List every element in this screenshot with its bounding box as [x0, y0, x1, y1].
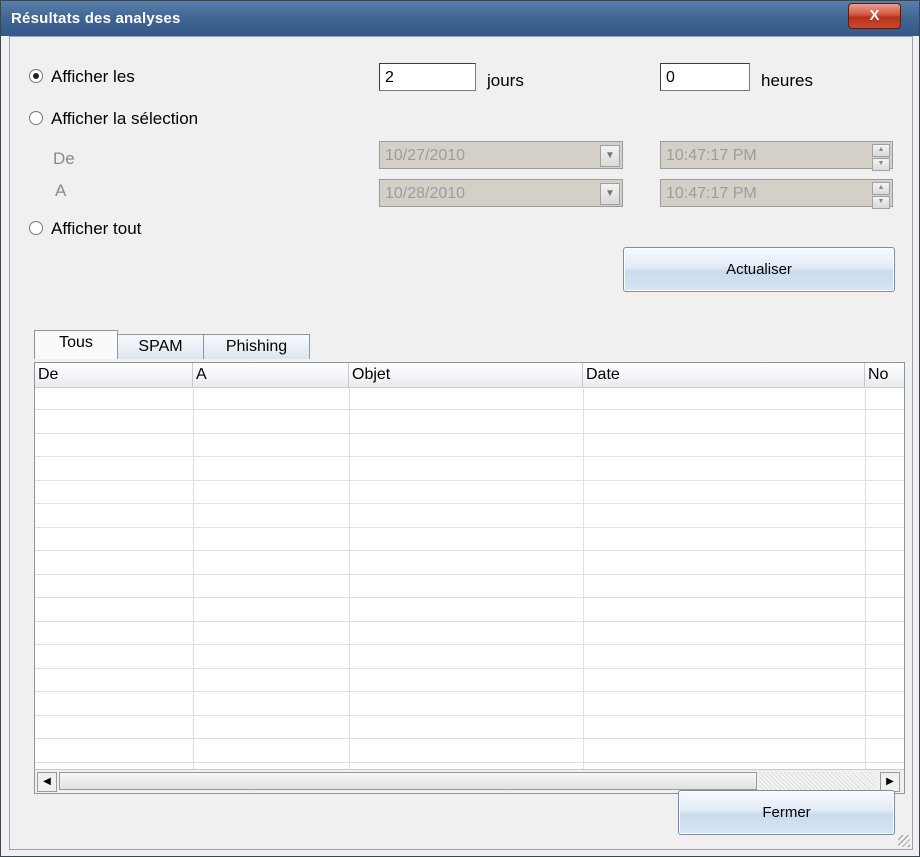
- table-row[interactable]: [35, 646, 904, 669]
- table-row[interactable]: [35, 552, 904, 575]
- table-row[interactable]: [35, 622, 904, 645]
- dropdown-arrow-icon[interactable]: ▼: [600, 145, 620, 167]
- hours-unit-label: heures: [761, 71, 813, 90]
- hours-input[interactable]: 0: [660, 63, 750, 91]
- column-header-no[interactable]: No: [865, 363, 904, 387]
- to-time-spinner[interactable]: 10:47:17 PM ▲ ▼: [660, 179, 893, 209]
- table-row[interactable]: [35, 411, 904, 434]
- table-row[interactable]: [35, 669, 904, 692]
- scrollbar-thumb[interactable]: [59, 772, 757, 790]
- close-window-button[interactable]: X: [848, 3, 901, 29]
- spin-up-icon[interactable]: ▲: [872, 182, 890, 195]
- to-label: A: [55, 181, 67, 200]
- from-date-value: 10/27/2010: [385, 147, 466, 164]
- radio-checked-icon: [29, 69, 43, 83]
- tab-spam[interactable]: SPAM: [117, 334, 204, 359]
- hours-value: 0: [666, 69, 675, 86]
- resize-grip-icon[interactable]: [898, 835, 910, 847]
- table-row[interactable]: [35, 458, 904, 481]
- title-bar[interactable]: Résultats des analyses X: [1, 1, 919, 36]
- days-input[interactable]: 2: [379, 63, 476, 91]
- table-row[interactable]: [35, 575, 904, 598]
- table-row[interactable]: [35, 481, 904, 504]
- table-row[interactable]: [35, 716, 904, 739]
- close-icon: X: [869, 7, 880, 24]
- dialog-client-area: Afficher les 2 jours 0 heures Afficher l…: [9, 36, 913, 850]
- radio-show-all[interactable]: Afficher tout: [29, 219, 141, 239]
- radio-show-last[interactable]: Afficher les: [29, 67, 135, 87]
- tab-phishing[interactable]: Phishing: [203, 334, 310, 359]
- tab-tous[interactable]: Tous: [34, 330, 118, 359]
- from-label: De: [53, 149, 75, 168]
- radio-show-selection-label: Afficher la sélection: [51, 109, 199, 128]
- close-button[interactable]: Fermer: [678, 790, 895, 835]
- from-time-value: 10:47:17 PM: [666, 147, 757, 164]
- column-header-date[interactable]: Date: [583, 363, 865, 387]
- table-row[interactable]: [35, 387, 904, 410]
- table-row[interactable]: [35, 505, 904, 528]
- results-window: Résultats des analyses X Afficher les 2 …: [0, 0, 920, 857]
- scrollbar-track[interactable]: [759, 772, 876, 790]
- spin-up-icon[interactable]: ▲: [872, 144, 890, 157]
- table-header: De A Objet Date No: [35, 363, 904, 388]
- spin-down-icon[interactable]: ▼: [872, 196, 890, 209]
- spin-down-icon[interactable]: ▼: [872, 158, 890, 171]
- radio-unchecked-icon: [29, 111, 43, 125]
- results-table[interactable]: De A Objet Date No ◀ ▶: [34, 362, 905, 794]
- to-date-combo[interactable]: 10/28/2010 ▼: [379, 179, 623, 207]
- column-header-subject[interactable]: Objet: [349, 363, 583, 387]
- table-row[interactable]: [35, 740, 904, 763]
- table-row[interactable]: [35, 693, 904, 716]
- table-row[interactable]: [35, 434, 904, 457]
- window-title: Résultats des analyses: [11, 10, 181, 27]
- table-row[interactable]: [35, 599, 904, 622]
- column-header-from[interactable]: De: [35, 363, 193, 387]
- from-date-combo[interactable]: 10/27/2010 ▼: [379, 141, 623, 169]
- days-unit-label: jours: [487, 71, 524, 90]
- to-date-value: 10/28/2010: [385, 185, 466, 202]
- scroll-right-icon[interactable]: ▶: [880, 772, 900, 792]
- refresh-button[interactable]: Actualiser: [623, 247, 895, 292]
- from-time-spinner[interactable]: 10:47:17 PM ▲ ▼: [660, 141, 893, 171]
- radio-unchecked-icon: [29, 221, 43, 235]
- dropdown-arrow-icon[interactable]: ▼: [600, 183, 620, 205]
- column-header-to[interactable]: A: [193, 363, 349, 387]
- to-time-value: 10:47:17 PM: [666, 185, 757, 202]
- scroll-left-icon[interactable]: ◀: [37, 772, 57, 792]
- radio-show-selection[interactable]: Afficher la sélection: [29, 109, 198, 129]
- radio-show-last-label: Afficher les: [51, 67, 135, 86]
- table-row[interactable]: [35, 528, 904, 551]
- radio-show-all-label: Afficher tout: [51, 219, 142, 238]
- days-value: 2: [385, 69, 394, 86]
